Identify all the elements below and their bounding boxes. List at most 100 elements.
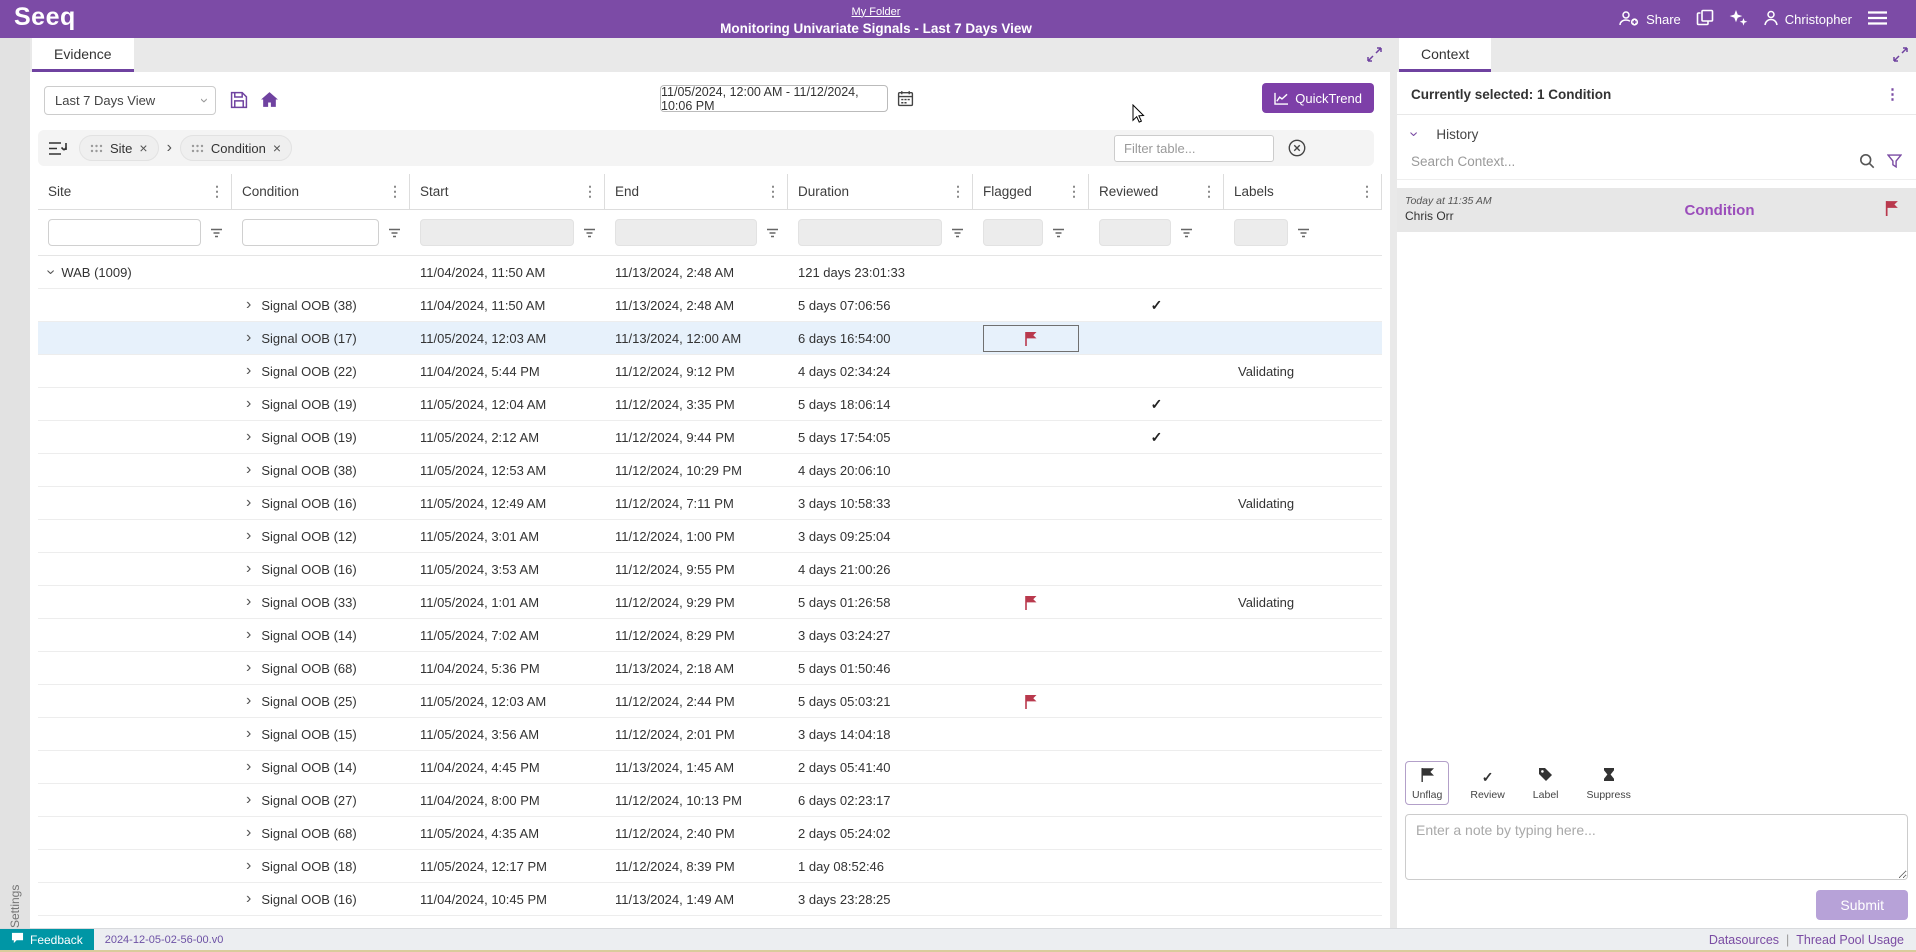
quicktrend-button[interactable]: QuickTrend (1262, 83, 1374, 113)
filter-funnel-icon[interactable] (210, 227, 223, 239)
table-row[interactable]: ›Signal OOB (19)11/05/2024, 12:04 AM11/1… (38, 388, 1382, 421)
search-context-input[interactable] (1411, 154, 1847, 169)
tab-context[interactable]: Context (1399, 38, 1491, 72)
column-menu-icon[interactable]: ⋮ (759, 183, 787, 200)
column-menu-icon[interactable]: ⋮ (576, 183, 604, 200)
expand-chevron-icon[interactable]: › (246, 462, 251, 478)
filter-funnel-icon[interactable] (1887, 154, 1902, 168)
expand-chevron-icon[interactable]: › (246, 495, 251, 511)
table-row[interactable]: ›Signal OOB (14)11/05/2024, 7:02 AM11/12… (38, 619, 1382, 652)
collapse-chevron-icon[interactable]: › (43, 269, 59, 274)
group-columns-icon[interactable] (48, 141, 67, 156)
thread-pool-usage-link[interactable]: Thread Pool Usage (1796, 933, 1904, 947)
expand-chevron-icon[interactable]: › (246, 297, 251, 313)
table-row[interactable]: ›Signal OOB (14)11/04/2024, 4:45 PM11/13… (38, 751, 1382, 784)
table-row[interactable]: ›Signal OOB (38)11/05/2024, 12:53 AM11/1… (38, 454, 1382, 487)
tab-evidence[interactable]: Evidence (32, 38, 134, 72)
table-row[interactable]: ›Signal OOB (15)11/05/2024, 3:56 AM11/12… (38, 718, 1382, 751)
table-row[interactable]: ›Signal OOB (16)11/05/2024, 12:49 AM11/1… (38, 487, 1382, 520)
worksheets-button[interactable] (1696, 9, 1714, 29)
condition-filter-input[interactable] (242, 219, 379, 246)
table-row[interactable]: ›Signal OOB (12)11/05/2024, 3:01 AM11/12… (38, 520, 1382, 553)
flag-icon[interactable] (1024, 595, 1038, 610)
note-textarea[interactable] (1405, 814, 1908, 880)
expand-panel-icon[interactable] (1893, 47, 1908, 67)
view-select[interactable]: Last 7 Days View › (44, 86, 216, 115)
filter-funnel-icon[interactable] (1180, 227, 1193, 239)
label-button[interactable]: Label (1526, 761, 1566, 805)
flag-icon[interactable] (1024, 694, 1038, 709)
unflag-button[interactable]: Unflag (1405, 761, 1449, 805)
filter-funnel-icon[interactable] (388, 227, 401, 239)
ai-assistant-button[interactable] (1729, 9, 1748, 30)
expand-chevron-icon[interactable]: › (246, 627, 251, 643)
column-menu-icon[interactable]: ⋮ (381, 183, 409, 200)
remove-group-icon[interactable]: × (139, 140, 147, 156)
expand-chevron-icon[interactable]: › (246, 660, 251, 676)
calendar-icon[interactable] (897, 90, 914, 107)
expand-chevron-icon[interactable]: › (246, 825, 251, 841)
column-menu-icon[interactable]: ⋮ (1060, 183, 1088, 200)
filter-funnel-icon[interactable] (951, 227, 964, 239)
user-menu[interactable]: Christopher (1763, 10, 1852, 29)
expand-panel-icon[interactable] (1367, 47, 1382, 67)
filter-funnel-icon[interactable] (583, 227, 596, 239)
expand-chevron-icon[interactable]: › (246, 594, 251, 610)
settings-vertical-tab[interactable]: Settings (8, 46, 22, 928)
share-button[interactable]: Share (1618, 10, 1681, 29)
column-menu-icon[interactable]: ⋮ (944, 183, 972, 200)
expand-chevron-icon[interactable]: › (246, 693, 251, 709)
table-row[interactable]: ›Signal OOB (38)11/04/2024, 11:50 AM11/1… (38, 289, 1382, 322)
table-row[interactable]: ›Signal OOB (19)11/05/2024, 2:12 AM11/12… (38, 421, 1382, 454)
submit-button[interactable]: Submit (1816, 890, 1908, 920)
search-icon[interactable] (1859, 153, 1875, 169)
suppress-button[interactable]: Suppress (1580, 761, 1638, 805)
history-section-header[interactable]: › History (1397, 115, 1916, 151)
table-row[interactable]: ›WAB (1009)11/04/2024, 11:50 AM11/13/202… (38, 256, 1382, 289)
table-row[interactable]: ›Signal OOB (27)11/04/2024, 8:00 PM11/12… (38, 784, 1382, 817)
flag-cell-focus[interactable] (983, 325, 1079, 352)
table-row[interactable]: ›Signal OOB (33)11/05/2024, 1:01 AM11/12… (38, 586, 1382, 619)
review-button[interactable]: ✓ Review (1463, 763, 1511, 805)
datasources-link[interactable]: Datasources (1709, 933, 1779, 947)
table-row[interactable]: ›Signal OOB (68)11/04/2024, 5:36 PM11/13… (38, 652, 1382, 685)
clear-filters-icon[interactable] (1288, 139, 1306, 157)
expand-chevron-icon[interactable]: › (246, 429, 251, 445)
feedback-button[interactable]: Feedback (0, 929, 94, 950)
column-menu-icon[interactable]: ⋮ (203, 183, 231, 200)
expand-chevron-icon[interactable]: › (246, 792, 251, 808)
table-row[interactable]: ›Signal OOB (68)11/05/2024, 4:35 AM11/12… (38, 817, 1382, 850)
home-icon[interactable] (260, 91, 279, 114)
site-filter-input[interactable] (48, 219, 201, 246)
history-item[interactable]: Today at 11:35 AM Chris Orr Condition (1397, 188, 1916, 232)
table-row[interactable]: ›Signal OOB (17)11/05/2024, 12:03 AM11/1… (38, 322, 1382, 355)
save-view-icon[interactable] (230, 91, 248, 114)
flag-icon[interactable] (1024, 331, 1038, 346)
remove-group-icon[interactable]: × (273, 140, 281, 156)
expand-chevron-icon[interactable]: › (246, 858, 251, 874)
filter-funnel-icon[interactable] (766, 227, 779, 239)
column-menu-icon[interactable]: ⋮ (1195, 183, 1223, 200)
expand-chevron-icon[interactable]: › (246, 363, 251, 379)
filter-funnel-icon[interactable] (1297, 227, 1310, 239)
filter-funnel-icon[interactable] (1052, 227, 1065, 239)
seeq-logo[interactable]: Seeq (0, 3, 76, 35)
group-pill-condition[interactable]: Condition × (180, 135, 292, 161)
hamburger-menu-button[interactable] (1867, 11, 1888, 28)
table-row[interactable]: ›Signal OOB (16)11/05/2024, 3:53 AM11/12… (38, 553, 1382, 586)
group-pill-site[interactable]: Site × (79, 135, 159, 161)
expand-chevron-icon[interactable]: › (246, 561, 251, 577)
expand-chevron-icon[interactable]: › (246, 330, 251, 346)
table-row[interactable]: ›Signal OOB (16)11/04/2024, 10:45 PM11/1… (38, 883, 1382, 916)
expand-chevron-icon[interactable]: › (246, 759, 251, 775)
column-menu-icon[interactable]: ⋮ (1353, 183, 1381, 200)
expand-chevron-icon[interactable]: › (246, 726, 251, 742)
expand-chevron-icon[interactable]: › (246, 396, 251, 412)
table-row[interactable]: ›Signal OOB (18)11/05/2024, 12:17 PM11/1… (38, 850, 1382, 883)
context-menu-icon[interactable]: ⋮ (1885, 85, 1900, 103)
filter-table-input[interactable] (1114, 135, 1274, 162)
date-range-input[interactable]: 11/05/2024, 12:00 AM - 11/12/2024, 10:06… (660, 85, 888, 112)
table-row[interactable]: ›Signal OOB (22)11/04/2024, 5:44 PM11/12… (38, 355, 1382, 388)
expand-chevron-icon[interactable]: › (246, 891, 251, 907)
expand-chevron-icon[interactable]: › (246, 528, 251, 544)
